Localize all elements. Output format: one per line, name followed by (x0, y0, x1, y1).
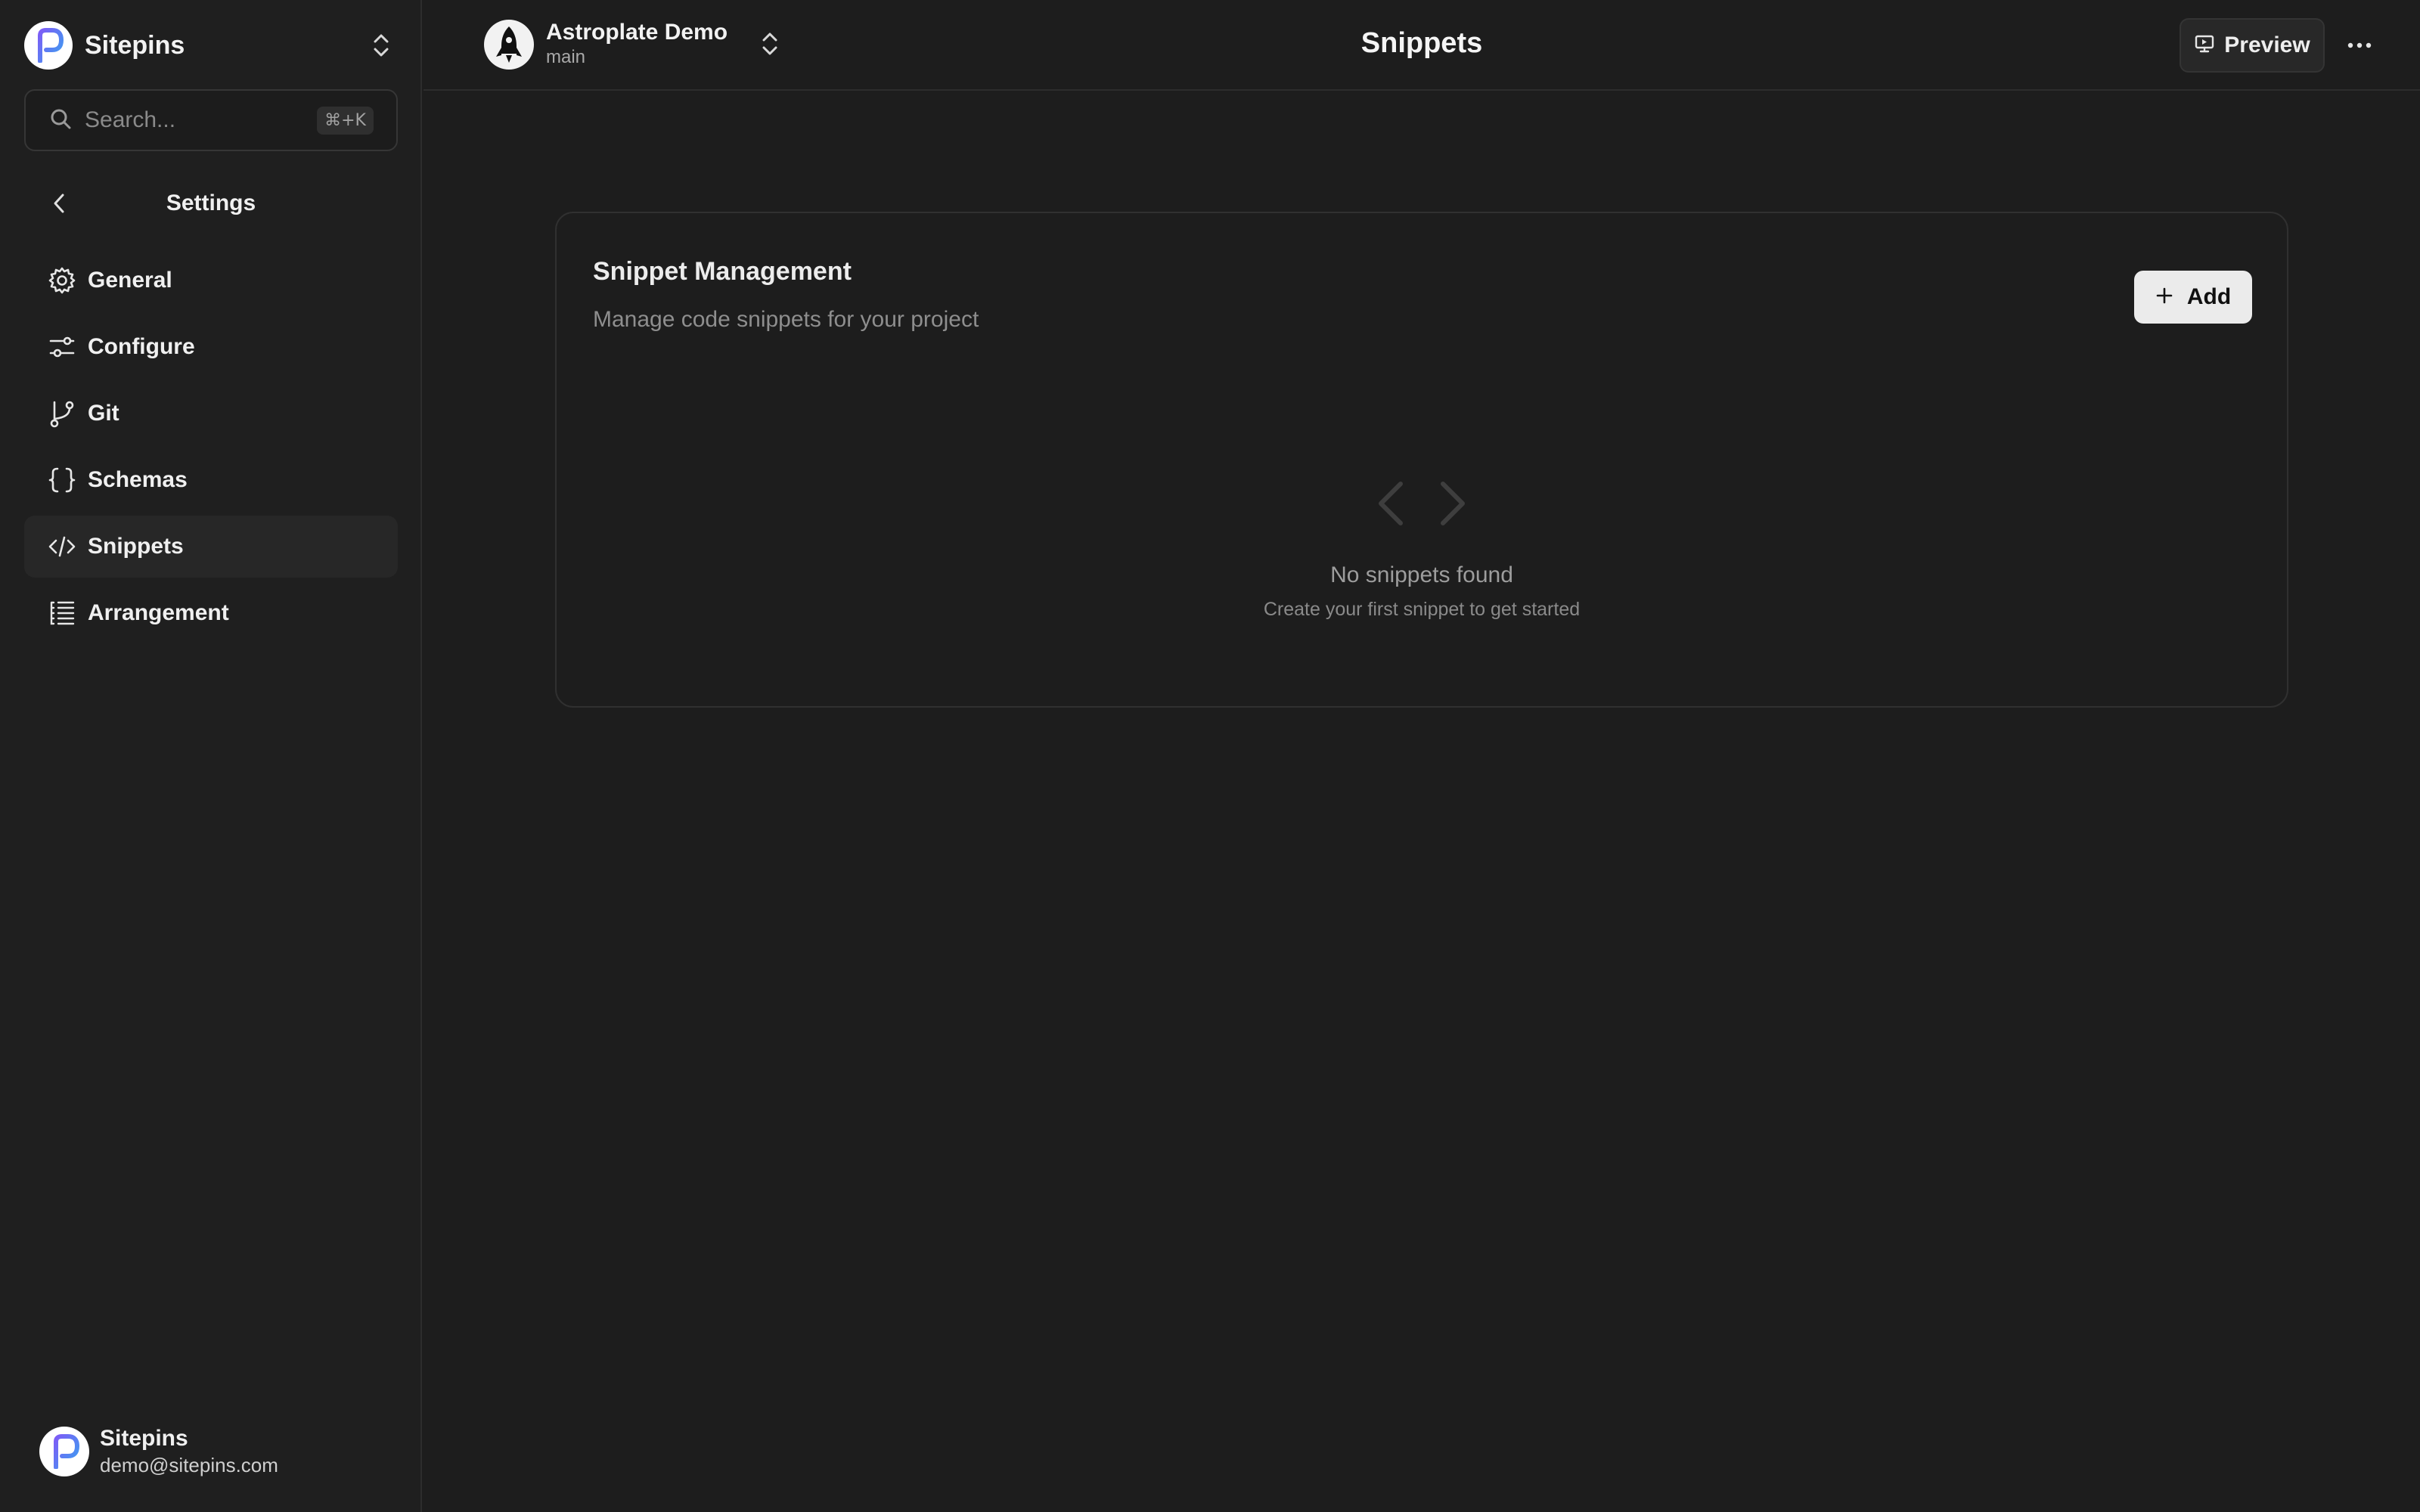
sidebar-item-label: General (88, 268, 172, 293)
git-branch-icon (47, 398, 77, 429)
sidebar-item-arrangement[interactable]: Arrangement (24, 582, 398, 644)
card-title: Snippet Management (593, 257, 852, 286)
workspace-name: Sitepins (85, 30, 185, 60)
code-icon (1378, 479, 1466, 528)
app-window: Sitepins Search... ⌘+K Settings General … (0, 0, 2420, 1512)
list-tree-icon (47, 598, 77, 628)
gear-icon (47, 265, 77, 296)
search-placeholder: Search... (85, 107, 176, 132)
add-label: Add (2186, 284, 2232, 309)
sidebar-item-label: Git (88, 401, 119, 426)
sidebar: Sitepins Search... ⌘+K Settings General … (0, 0, 422, 1512)
empty-state-title: No snippets found (1330, 562, 1513, 587)
preview-button[interactable]: Preview (2180, 18, 2325, 73)
sidebar-item-configure[interactable]: Configure (24, 316, 398, 378)
sidebar-item-label: Arrangement (88, 600, 229, 625)
settings-nav: General Configure Git Schemas Snippets A… (24, 249, 398, 649)
search-icon (48, 107, 73, 135)
braces-icon (47, 465, 77, 495)
more-options-icon[interactable] (2344, 30, 2375, 60)
sidebar-item-schemas[interactable]: Schemas (24, 449, 398, 511)
empty-state-subtitle: Create your first snippet to get started (1263, 599, 1581, 620)
settings-title: Settings (166, 191, 256, 215)
search-shortcut-badge: ⌘+K (317, 106, 374, 135)
user-name: Sitepins (100, 1426, 188, 1451)
top-bar: Astroplate Demo main Snippets Preview (424, 0, 2420, 91)
sidebar-item-label: Schemas (88, 467, 188, 492)
sitepins-logo-icon (24, 21, 73, 70)
user-email: demo@sitepins.com (100, 1454, 278, 1476)
sidebar-item-label: Snippets (88, 534, 184, 559)
settings-header: Settings (24, 178, 398, 228)
sidebar-item-label: Configure (88, 334, 195, 359)
avatar (39, 1427, 89, 1476)
page-title: Snippets (1360, 27, 1483, 59)
preview-label: Preview (2224, 33, 2310, 57)
back-chevron-icon[interactable] (45, 190, 73, 217)
search-input[interactable]: Search... ⌘+K (24, 89, 398, 151)
code-icon (47, 531, 77, 562)
card-subtitle: Manage code snippets for your project (593, 307, 979, 332)
plus-icon (2155, 287, 2173, 308)
chevrons-up-down-icon[interactable] (368, 32, 395, 59)
sliders-icon (47, 332, 77, 362)
workspace-switcher[interactable]: Sitepins (24, 21, 395, 70)
add-snippet-button[interactable]: Add (2134, 271, 2252, 324)
monitor-play-icon (2194, 33, 2215, 58)
user-profile[interactable]: Sitepins demo@sitepins.com (39, 1423, 278, 1480)
sidebar-item-snippets[interactable]: Snippets (24, 516, 398, 578)
sidebar-item-general[interactable]: General (24, 249, 398, 311)
snippet-management-card: Snippet Management Manage code snippets … (555, 212, 2288, 708)
sidebar-item-git[interactable]: Git (24, 383, 398, 445)
